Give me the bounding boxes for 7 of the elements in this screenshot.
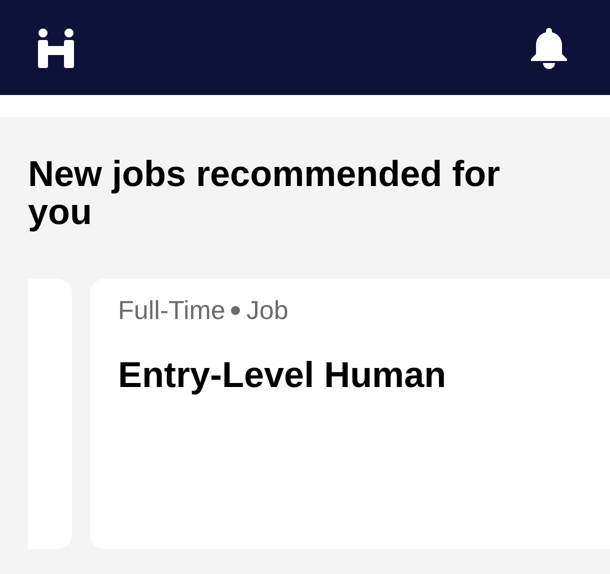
notification-bell-icon[interactable] — [530, 26, 568, 70]
job-tag: Job — [246, 291, 288, 330]
logo-icon[interactable] — [38, 28, 74, 68]
job-title: Entry-Level Human — [118, 353, 448, 397]
section-heading: New jobs recommended for you — [27, 155, 502, 231]
job-tag: Full-Time — [118, 291, 226, 330]
job-card[interactable]: Full-Time Job Entry-Level Human — [90, 279, 610, 549]
